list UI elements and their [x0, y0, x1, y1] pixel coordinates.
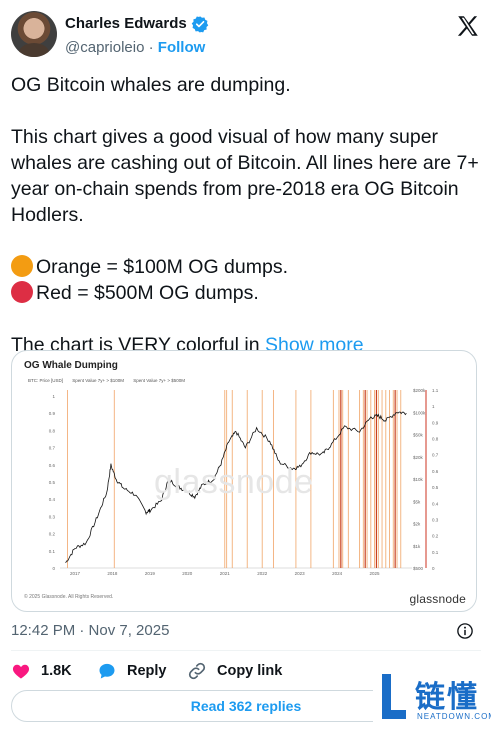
chart-legend: BTC: Price [USD] Spent Value 7y+ > $100M… [28, 378, 193, 383]
left-axis-tick-label: 0.7 [49, 446, 56, 451]
x-axis-tick-label: 2021 [220, 571, 231, 576]
right-value-tick-label: 0.5 [432, 485, 439, 490]
heart-icon [12, 664, 30, 679]
right-value-tick-label: 0.3 [432, 517, 439, 522]
like-button[interactable]: 1.8K [11, 660, 72, 682]
left-axis-tick-label: 0.9 [49, 411, 56, 416]
right-price-tick-label: $200k [413, 388, 426, 393]
x-axis-tick-label: 2024 [332, 571, 343, 576]
right-value-tick-label: 0 [432, 566, 435, 571]
author-name[interactable]: Charles Edwards [65, 15, 187, 32]
reply-button[interactable]: Reply [97, 660, 167, 682]
left-axis-tick-label: 1 [52, 394, 55, 399]
left-axis-tick-label: 0.2 [49, 532, 56, 537]
tweet-timestamp[interactable]: 12:42 PM · Nov 7, 2025 [11, 622, 169, 639]
neatdown-overlay-logo: 链懂 NEATDOWN.COM [373, 666, 491, 738]
right-price-tick-label: $50k [413, 433, 424, 438]
right-value-tick-label: 0.6 [432, 469, 439, 474]
tweet-paragraph-2: This chart gives a good visual of how ma… [11, 126, 479, 226]
glassnode-brand: glassnode [409, 592, 466, 606]
x-axis-tick-label: 2017 [70, 571, 81, 576]
right-price-tick-label: $20k [413, 455, 424, 460]
copy-link-button[interactable]: Copy link [187, 660, 282, 682]
follow-button[interactable]: Follow [158, 39, 206, 56]
overlay-cn-text: 链懂 [415, 680, 479, 715]
separator-dot: · [148, 39, 154, 56]
right-value-tick-label: 0.1 [432, 550, 439, 555]
orange-legend-line: Orange = $100M OG dumps. [11, 254, 481, 280]
copy-link-label: Copy link [217, 663, 283, 679]
left-axis-tick-label: 0.6 [49, 463, 56, 468]
tweet-header: Charles Edwards @caprioleio · Follow [11, 11, 481, 59]
link-icon [188, 662, 206, 680]
right-value-tick-label: 1.1 [432, 388, 439, 393]
divider [11, 650, 481, 651]
x-logo-icon[interactable] [455, 13, 481, 39]
left-axis-tick-label: 0.3 [49, 514, 56, 519]
left-axis-tick-label: 0 [52, 566, 55, 571]
right-price-tick-label: $2k [413, 522, 421, 527]
left-axis-tick-label: 0.8 [49, 428, 56, 433]
orange-circle-icon [11, 255, 33, 277]
x-axis-tick-label: 2023 [295, 571, 306, 576]
chart-copyright: © 2025 Glassnode. All Rights Reserved. [24, 594, 114, 600]
right-value-tick-label: 0.2 [432, 534, 439, 539]
overlay-en-text: NEATDOWN.COM [417, 712, 491, 721]
chart-image[interactable]: 1 0.9 0.8 0.7 0.6 0.5 0.4 0.3 0.2 0.1 0 $200k $100k $… [11, 350, 477, 612]
right-price-tick-label: $500 [413, 566, 424, 571]
right-value-tick-label: 0.8 [432, 437, 439, 442]
x-axis-tick-label: 2019 [145, 571, 156, 576]
like-count: 1.8K [41, 663, 72, 679]
legend-item-price: BTC: Price [USD] [28, 378, 64, 383]
chart-title: OG Whale Dumping [24, 360, 118, 371]
tweet-text: OG Bitcoin whales are dumping. This char… [11, 72, 481, 358]
right-price-tick-label: $5k [413, 499, 421, 504]
verified-badge-icon [191, 16, 209, 33]
legend-item-100m: Spent Value 7y+ > $100M [72, 378, 124, 383]
author-handle[interactable]: @caprioleio [65, 39, 144, 56]
right-value-tick-label: 0.7 [432, 453, 439, 458]
x-axis-tick-label: 2022 [257, 571, 268, 576]
left-axis-tick-label: 0.4 [49, 497, 56, 502]
right-price-tick-label: $1k [413, 544, 421, 549]
reply-bubble-icon [99, 663, 115, 679]
red-legend-line: Red = $500M OG dumps. [11, 280, 481, 306]
right-value-tick-label: 1 [432, 404, 435, 409]
reply-label: Reply [127, 663, 167, 679]
right-value-tick-label: 0.9 [432, 420, 439, 425]
legend-item-500m: Spent Value 7y+ > $500M [133, 378, 185, 383]
avatar[interactable] [11, 11, 57, 57]
right-value-tick-label: 0.4 [432, 501, 439, 506]
neatdown-l-logo-icon [382, 674, 406, 719]
x-axis-tick-label: 2020 [182, 571, 193, 576]
red-circle-icon [11, 281, 33, 303]
right-price-tick-label: $100k [413, 410, 426, 415]
left-axis-tick-label: 0.1 [49, 549, 56, 554]
left-axis-tick-label: 0.5 [49, 480, 56, 485]
handle-row: @caprioleio · Follow [65, 39, 205, 56]
tweet-line-1: OG Bitcoin whales are dumping. [11, 74, 291, 96]
x-axis-tick-label: 2018 [107, 571, 118, 576]
x-axis-tick-label: 2025 [370, 571, 381, 576]
right-price-tick-label: $10k [413, 477, 424, 482]
info-icon[interactable] [456, 622, 474, 640]
chart-watermark: glassnode [154, 463, 314, 501]
